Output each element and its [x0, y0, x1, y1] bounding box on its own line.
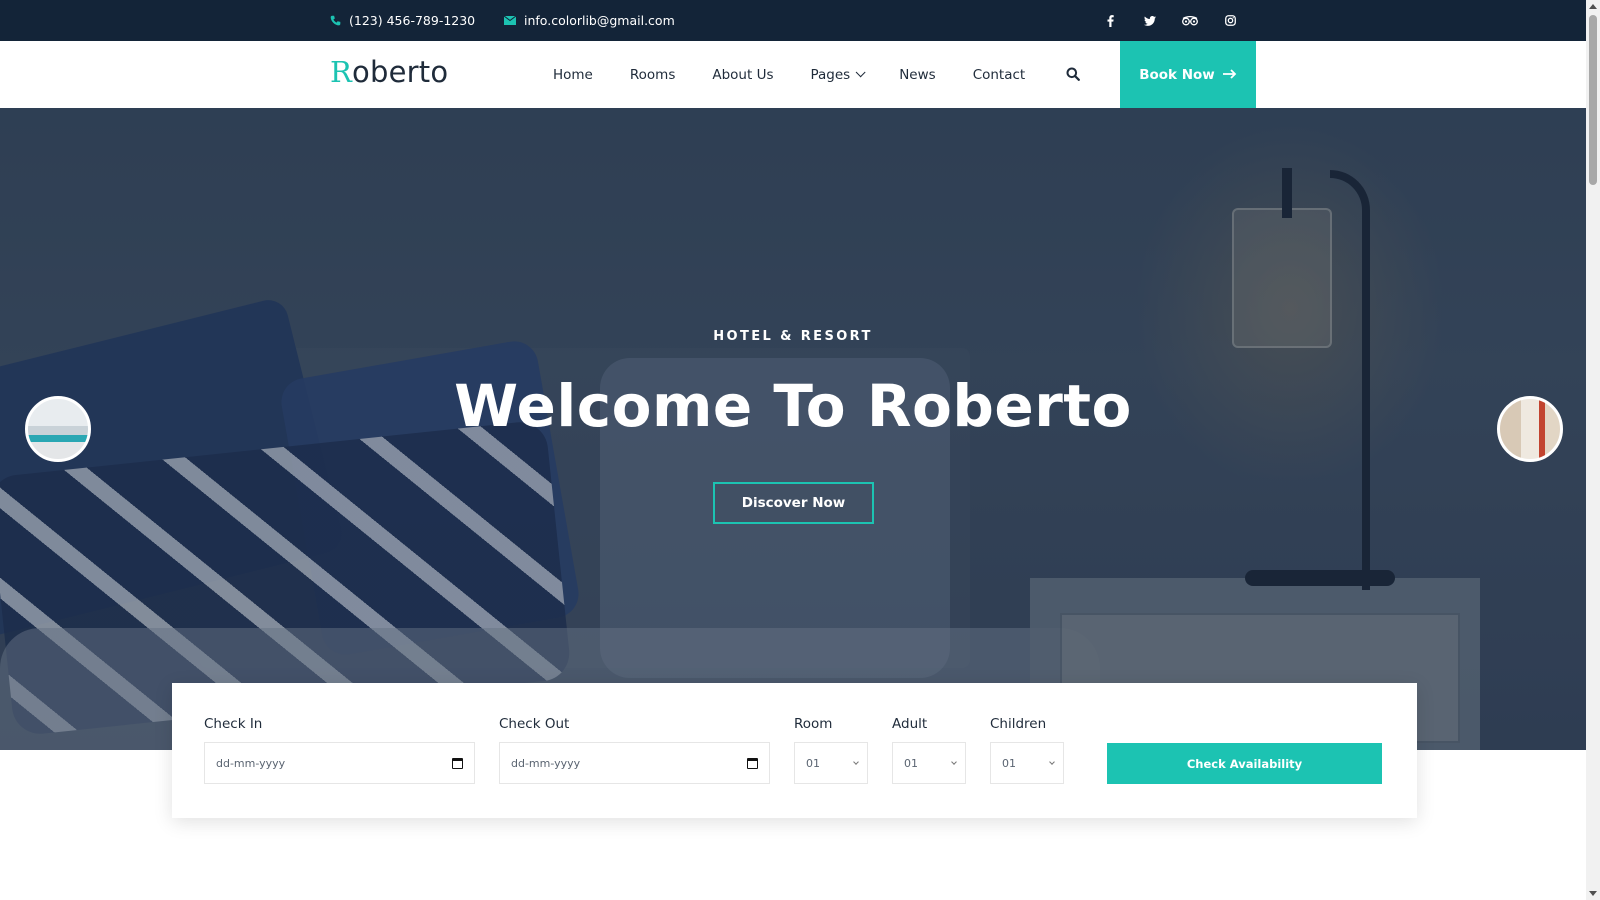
envelope-icon: [504, 16, 516, 25]
check-in-input[interactable]: dd-mm-yyyy: [204, 742, 475, 784]
room-label: Room: [794, 716, 833, 732]
nav-pages-label: Pages: [810, 66, 851, 83]
room-select[interactable]: 01: [794, 742, 868, 784]
email-contact[interactable]: info.colorlib@gmail.com: [504, 0, 675, 41]
booking-form: Check In dd-mm-yyyy Check Out dd-mm-yyyy…: [172, 683, 1417, 818]
check-in-placeholder: dd-mm-yyyy: [216, 756, 286, 770]
check-out-placeholder: dd-mm-yyyy: [511, 756, 581, 770]
phone-contact[interactable]: (123) 456-789-1230: [330, 0, 475, 41]
logo-text: oberto: [352, 55, 449, 89]
nav-about-us[interactable]: About Us: [712, 67, 773, 83]
nav-home[interactable]: Home: [553, 67, 593, 83]
discover-now-button[interactable]: Discover Now: [713, 482, 874, 524]
scroll-down-arrow-icon[interactable]: [1589, 891, 1597, 896]
slider-next-thumbnail[interactable]: [1497, 396, 1563, 462]
children-select[interactable]: 01: [990, 742, 1064, 784]
search-icon[interactable]: [1066, 66, 1082, 82]
main-nav: Home Rooms About Us Pages News Contact: [553, 41, 1062, 108]
nav-rooms[interactable]: Rooms: [630, 67, 675, 83]
adult-label: Adult: [892, 716, 928, 732]
slider-prev-thumbnail[interactable]: [25, 396, 91, 462]
check-out-input[interactable]: dd-mm-yyyy: [499, 742, 770, 784]
check-out-label: Check Out: [499, 716, 570, 732]
chevron-down-icon: [951, 759, 957, 765]
nav-news[interactable]: News: [899, 67, 935, 83]
hero-banner: HOTEL & RESORT Welcome To Roberto Discov…: [0, 108, 1586, 750]
hero-title: Welcome To Roberto: [454, 372, 1132, 440]
tripadvisor-icon[interactable]: [1170, 0, 1210, 41]
arrow-right-icon: [1222, 67, 1237, 83]
page-scrollbar[interactable]: [1586, 0, 1600, 900]
hero-subtitle: HOTEL & RESORT: [713, 329, 873, 344]
facebook-icon[interactable]: [1090, 0, 1130, 41]
nav-contact[interactable]: Contact: [973, 67, 1026, 83]
nav-pages[interactable]: Pages: [810, 66, 866, 83]
adult-value: 01: [904, 756, 918, 770]
calendar-icon[interactable]: [747, 758, 758, 769]
check-in-label: Check In: [204, 716, 263, 732]
social-links: [1090, 0, 1250, 41]
site-logo[interactable]: Roberto: [330, 55, 448, 89]
instagram-icon[interactable]: [1210, 0, 1250, 41]
check-availability-button[interactable]: Check Availability: [1107, 743, 1382, 784]
adult-select[interactable]: 01: [892, 742, 966, 784]
top-bar: (123) 456-789-1230 info.colorlib@gmail.c…: [0, 0, 1586, 41]
main-header: Roberto Home Rooms About Us Pages News C…: [0, 41, 1586, 108]
chevron-down-icon: [855, 67, 866, 78]
logo-initial: R: [330, 55, 353, 89]
email-address: info.colorlib@gmail.com: [524, 13, 675, 28]
children-value: 01: [1002, 756, 1016, 770]
chevron-down-icon: [853, 759, 859, 765]
phone-number: (123) 456-789-1230: [349, 13, 476, 28]
book-now-label: Book Now: [1139, 66, 1215, 83]
children-label: Children: [990, 716, 1047, 732]
scroll-up-arrow-icon[interactable]: [1589, 4, 1597, 9]
twitter-icon[interactable]: [1130, 0, 1170, 41]
calendar-icon[interactable]: [452, 758, 463, 769]
room-value: 01: [806, 756, 820, 770]
phone-icon: [330, 15, 341, 26]
scrollbar-thumb[interactable]: [1589, 15, 1597, 185]
chevron-down-icon: [1049, 759, 1055, 765]
book-now-button[interactable]: Book Now: [1120, 41, 1256, 108]
